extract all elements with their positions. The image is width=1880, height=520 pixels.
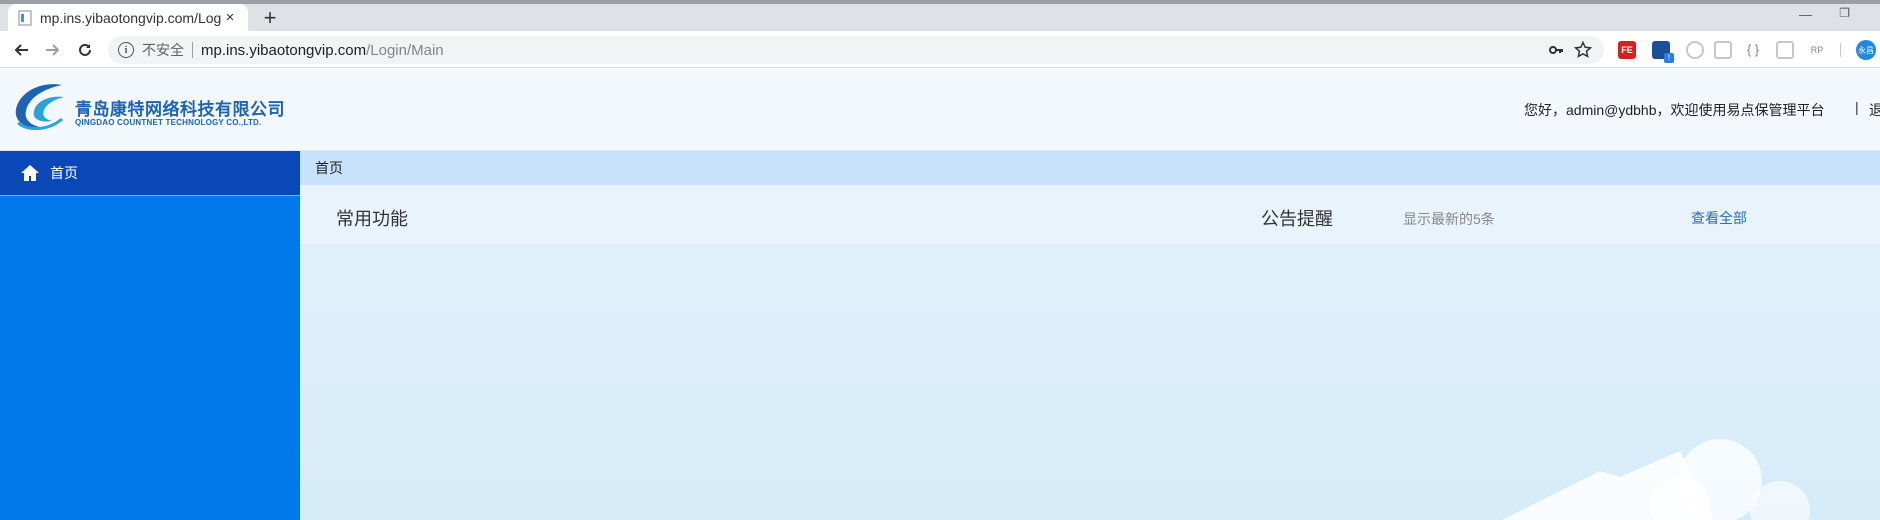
reload-icon (79, 43, 91, 56)
address-bar[interactable]: i 不安全 mp.ins.yibaotongvip.com/Login/Main (108, 36, 1604, 64)
url-host: mp.ins.yibaotongvip.com (201, 41, 367, 59)
forward-button[interactable] (40, 37, 66, 63)
maximize-icon[interactable]: ❐ (1839, 6, 1850, 20)
background-scenery-icon (1502, 439, 1810, 520)
company-name-en: QINGDAO COUNTNET TECHNOLOGY CO.,LTD. (75, 118, 262, 127)
sidebar-item-label: 首页 (50, 165, 78, 181)
notice-subtitle: 显示最新的5条 (1403, 211, 1495, 227)
fe-extension-icon[interactable]: FE (1618, 41, 1636, 59)
new-tab-button[interactable]: + (258, 5, 282, 31)
tab-close-icon[interactable]: × (222, 9, 238, 26)
gray-circle-extension-icon[interactable] (1686, 41, 1704, 59)
toolbar-separator (1840, 43, 1841, 57)
reload-button[interactable] (72, 37, 98, 63)
panel-header: 常用功能 公告提醒 显示最新的5条 查看全部 (300, 185, 1880, 245)
browser-tabstrip: mp.ins.yibaotongvip.com/Login × + — ❐ (0, 0, 1880, 31)
welcome-text: 您好，admin@ydbhb，欢迎使用易点保管理平台 (1524, 102, 1825, 118)
home-icon (21, 165, 39, 181)
breadcrumb-item[interactable]: 首页 (315, 158, 343, 178)
minimize-icon[interactable]: — (1799, 7, 1812, 22)
omnibox-separator (192, 42, 193, 58)
back-button[interactable] (8, 37, 34, 63)
blue-extension-icon[interactable]: ! (1652, 41, 1674, 63)
shield-extension-icon[interactable] (1714, 41, 1732, 59)
url-path: /Login/Main (366, 41, 444, 59)
back-arrow-icon (14, 44, 28, 56)
pdf-extension-icon[interactable] (1776, 41, 1794, 59)
header-divider: | (1855, 99, 1859, 115)
page-favicon-icon (18, 10, 32, 25)
tab-title: mp.ins.yibaotongvip.com/Login (40, 9, 222, 26)
main-content: 首页 常用功能 公告提醒 显示最新的5条 查看全部 (300, 151, 1880, 520)
common-functions-title: 常用功能 (336, 209, 408, 229)
browser-tab[interactable]: mp.ins.yibaotongvip.com/Login × (8, 4, 248, 31)
company-logo-icon (15, 84, 64, 130)
bookmark-star-icon[interactable] (1574, 41, 1592, 59)
browser-toolbar: i 不安全 mp.ins.yibaotongvip.com/Login/Main… (0, 31, 1880, 68)
breadcrumb: 首页 (300, 151, 1880, 185)
forward-arrow-icon (46, 44, 60, 56)
profile-avatar[interactable]: 永昌 (1856, 40, 1876, 60)
key-icon[interactable] (1548, 42, 1564, 58)
logout-link[interactable]: 退 (1869, 100, 1880, 120)
site-info-icon[interactable]: i (118, 42, 134, 58)
extension-badge: ! (1664, 53, 1674, 63)
sidebar-item-home[interactable]: 首页 (0, 151, 300, 196)
rp-extension-icon[interactable]: RP (1808, 41, 1826, 59)
insecure-label: 不安全 (142, 42, 184, 58)
notice-title: 公告提醒 (1261, 209, 1333, 229)
sidebar: 首页 (0, 151, 300, 520)
app-header: 青岛康特网络科技有限公司 QINGDAO COUNTNET TECHNOLOGY… (0, 69, 1880, 151)
company-name-cn: 青岛康特网络科技有限公司 (75, 100, 285, 119)
view-all-link[interactable]: 查看全部 (1691, 208, 1747, 228)
json-extension-icon[interactable]: { } (1744, 41, 1762, 59)
